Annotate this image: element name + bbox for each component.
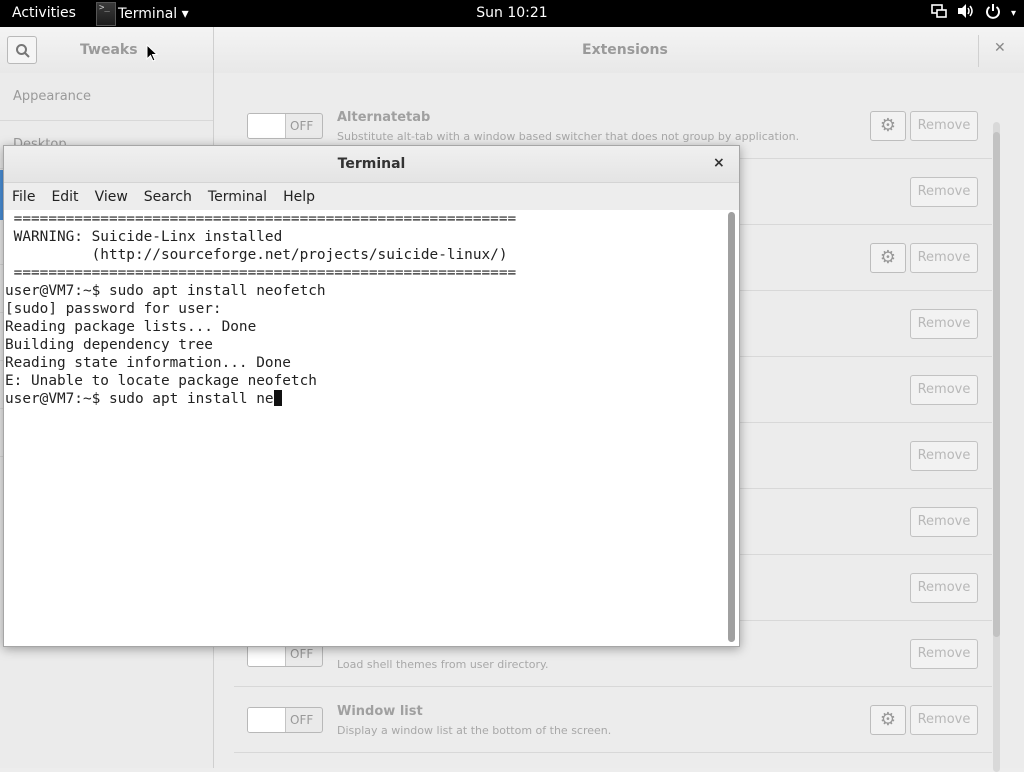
terminal-window[interactable]: Terminal × File Edit View Search Termina… (3, 145, 740, 647)
toggle-knob[interactable] (248, 114, 286, 138)
menu-terminal[interactable]: Terminal (200, 189, 275, 205)
terminal-prompt-line[interactable]: user@VM7:~$ sudo apt install ne (4, 390, 726, 408)
extensions-title: Extensions (582, 42, 668, 58)
header-separator (978, 35, 979, 67)
terminal-line: Reading package lists... Done (5, 319, 257, 335)
remove-button[interactable]: Remove (910, 375, 978, 405)
remove-button[interactable]: Remove (910, 111, 978, 141)
gear-icon[interactable]: ⚙ (870, 243, 906, 273)
remove-button[interactable]: Remove (910, 705, 978, 735)
menu-help[interactable]: Help (275, 189, 323, 205)
app-menu-label[interactable]: Terminal ▾ (118, 6, 189, 22)
remove-button[interactable]: Remove (910, 243, 978, 273)
remove-button[interactable]: Remove (910, 441, 978, 471)
sidebar-item-appearance[interactable]: Appearance (0, 73, 213, 121)
extension-description: Substitute alt-tab with a window based s… (337, 130, 800, 143)
terminal-line: Reading state information... Done (5, 355, 291, 371)
extension-name: Window list (337, 704, 423, 719)
scrollbar-thumb[interactable] (728, 212, 735, 642)
remove-button[interactable]: Remove (910, 177, 978, 207)
close-icon[interactable]: ✕ (994, 40, 1006, 56)
toggle-state-label: OFF (290, 713, 314, 727)
terminal-app-icon: >_ (96, 1, 116, 26)
extension-toggle[interactable]: OFF (247, 707, 323, 733)
toggle-state-label: OFF (290, 119, 314, 133)
extension-row: OFF Window list Display a window list at t… (234, 687, 992, 753)
network-icon[interactable] (931, 3, 947, 23)
activities-button[interactable]: Activities (12, 5, 76, 21)
search-button[interactable] (7, 36, 37, 64)
remove-button[interactable]: Remove (910, 639, 978, 669)
remove-button[interactable]: Remove (910, 507, 978, 537)
gear-icon[interactable]: ⚙ (870, 111, 906, 141)
mouse-pointer-icon (146, 44, 158, 62)
search-icon (16, 44, 30, 58)
terminal-line: ========================================… (5, 265, 517, 281)
terminal-titlebar[interactable]: Terminal × (4, 146, 739, 183)
terminal-line: Building dependency tree (5, 337, 213, 353)
system-tray[interactable]: ▾ (931, 3, 1016, 23)
terminal-line: WARNING: Suicide-Linx installed (5, 229, 283, 245)
toggle-state-label: OFF (290, 647, 314, 661)
extension-description: Display a window list at the bottom of t… (337, 724, 612, 737)
remove-button[interactable]: Remove (910, 573, 978, 603)
power-icon[interactable] (985, 3, 1001, 23)
menu-file[interactable]: File (4, 189, 43, 205)
top-bar: Activities >_ Terminal ▾ Sun 10:21 ▾ (0, 0, 1024, 27)
volume-icon[interactable] (957, 3, 975, 23)
menu-edit[interactable]: Edit (43, 189, 86, 205)
terminal-menubar: File Edit View Search Terminal Help (4, 183, 739, 210)
terminal-scrollbar[interactable] (728, 212, 735, 642)
terminal-line: ========================================… (5, 211, 517, 227)
terminal-line: user@VM7:~$ sudo apt install neofetch (5, 283, 326, 299)
extension-description: Load shell themes from user directory. (337, 658, 549, 671)
terminal-line: (http://sourceforge.net/projects/suicide… (5, 247, 508, 263)
extension-toggle[interactable]: OFF (247, 113, 323, 139)
gear-icon[interactable]: ⚙ (870, 705, 906, 735)
chevron-down-icon[interactable]: ▾ (1011, 8, 1016, 19)
remove-button[interactable]: Remove (910, 309, 978, 339)
extension-name: Alternatetab (337, 110, 431, 125)
app-menu[interactable]: >_ Terminal ▾ (96, 0, 189, 27)
tweaks-title: Tweaks (80, 42, 138, 58)
scrollbar-thumb[interactable] (993, 132, 1000, 637)
prompt-text: user@VM7:~$ sudo apt install ne (5, 391, 274, 407)
terminal-line: [sudo] password for user: (5, 301, 222, 317)
text-cursor (273, 390, 282, 406)
close-icon[interactable]: × (713, 155, 725, 171)
terminal-output[interactable]: ========================================… (4, 210, 726, 646)
menu-search[interactable]: Search (136, 189, 200, 205)
terminal-title: Terminal (337, 156, 406, 172)
terminal-line: E: Unable to locate package neofetch (5, 373, 317, 389)
extensions-scrollbar[interactable] (993, 122, 1000, 772)
toggle-knob[interactable] (248, 708, 286, 732)
menu-view[interactable]: View (87, 189, 136, 205)
